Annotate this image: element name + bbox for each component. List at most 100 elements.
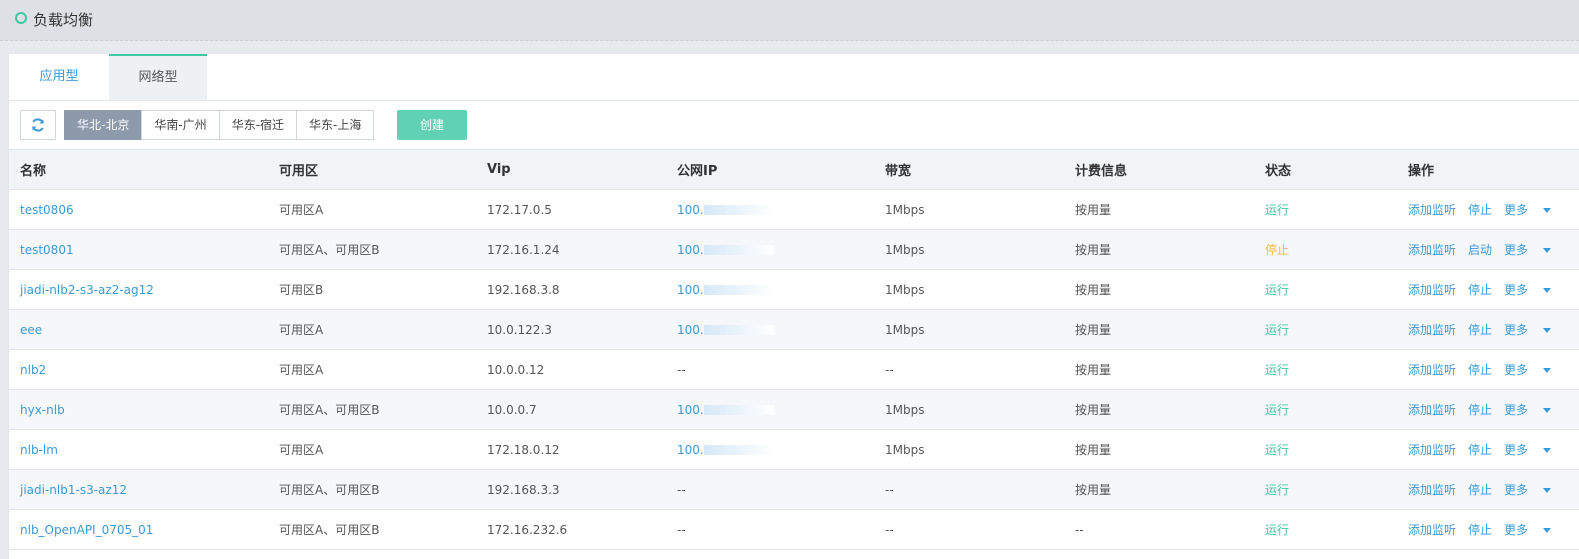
- vip-cell: 172.17.0.5: [476, 189, 666, 230]
- create-button[interactable]: 创建: [397, 110, 467, 140]
- bandwidth-cell: 1Mbps: [874, 429, 1064, 470]
- region-guangzhou[interactable]: 华南-广州: [141, 110, 220, 140]
- toggle-state-link[interactable]: 停止: [1468, 523, 1492, 537]
- lb-name-link[interactable]: test0806: [20, 203, 74, 217]
- more-dropdown[interactable]: 更多: [1504, 443, 1552, 457]
- public-ip-value: 100.: [677, 402, 704, 417]
- more-dropdown[interactable]: 更多: [1504, 323, 1552, 337]
- vip-cell: 10.0.0.12: [476, 349, 666, 390]
- toggle-state-link[interactable]: 停止: [1468, 483, 1492, 497]
- header-vip: Vip: [476, 149, 666, 190]
- header-bandwidth: 带宽: [874, 149, 1064, 190]
- public-ip-link[interactable]: 100.: [677, 243, 774, 257]
- refresh-button[interactable]: [20, 110, 56, 140]
- public-ip-cell: 100.: [666, 229, 874, 270]
- region-beijing[interactable]: 华北-北京: [64, 110, 143, 140]
- public-ip-cell: 100.: [666, 269, 874, 310]
- billing-cell: 按用量: [1064, 469, 1254, 510]
- lb-name-link[interactable]: test0801: [20, 243, 74, 257]
- lb-name-link[interactable]: nlb-lm: [20, 443, 58, 457]
- add-listener-link[interactable]: 添加监听: [1408, 523, 1456, 537]
- table-row: eee 可用区A 10.0.122.3 100. 1Mbps 按用量 运行 添加监听 停止 更多: [9, 309, 1579, 350]
- more-label: 更多: [1504, 283, 1529, 297]
- chevron-down-icon: [1543, 488, 1552, 493]
- lb-name-link[interactable]: jiadi-nlb1-s3-az12: [20, 483, 127, 497]
- more-dropdown[interactable]: 更多: [1504, 403, 1552, 417]
- add-listener-link[interactable]: 添加监听: [1408, 283, 1456, 297]
- toggle-state-link[interactable]: 停止: [1468, 323, 1492, 337]
- tab-application[interactable]: 应用型: [9, 54, 109, 100]
- add-listener-link[interactable]: 添加监听: [1408, 403, 1456, 417]
- public-ip-value: --: [677, 482, 686, 497]
- content-panel: 应用型 网络型 华北-北京 华南-广州 华东-宿迁 华东-上海 创建 名称 可用…: [8, 54, 1579, 559]
- az-cell: 可用区A、可用区B: [268, 509, 476, 550]
- more-dropdown[interactable]: 更多: [1504, 363, 1552, 377]
- toggle-state-link[interactable]: 启动: [1468, 243, 1492, 257]
- toggle-state-link[interactable]: 停止: [1468, 363, 1492, 377]
- actions-cell: 添加监听 停止 更多: [1397, 509, 1579, 550]
- public-ip-value: --: [677, 362, 686, 377]
- ip-redaction: [703, 325, 774, 335]
- public-ip-value: 100.: [677, 242, 704, 257]
- toggle-state-link[interactable]: 停止: [1468, 283, 1492, 297]
- billing-cell: 按用量: [1064, 349, 1254, 390]
- toggle-state-link[interactable]: 停止: [1468, 403, 1492, 417]
- header-public-ip: 公网IP: [666, 149, 874, 190]
- tab-network[interactable]: 网络型: [109, 54, 207, 100]
- add-listener-link[interactable]: 添加监听: [1408, 443, 1456, 457]
- chevron-down-icon: [1543, 248, 1552, 253]
- toggle-state-link[interactable]: 停止: [1468, 443, 1492, 457]
- more-label: 更多: [1504, 323, 1529, 337]
- add-listener-link[interactable]: 添加监听: [1408, 243, 1456, 257]
- public-ip-value: 100.: [677, 202, 704, 217]
- billing-cell: 按用量: [1064, 389, 1254, 430]
- more-label: 更多: [1504, 403, 1529, 417]
- more-label: 更多: [1504, 203, 1529, 217]
- public-ip-link[interactable]: 100.: [677, 283, 774, 297]
- public-ip-link[interactable]: 100.: [677, 203, 774, 217]
- add-listener-link[interactable]: 添加监听: [1408, 363, 1456, 377]
- region-suqian[interactable]: 华东-宿迁: [218, 110, 298, 140]
- chevron-down-icon: [1543, 408, 1552, 413]
- ip-redaction: [703, 245, 774, 255]
- az-cell: 可用区A: [268, 189, 476, 230]
- header-billing: 计费信息: [1064, 149, 1254, 190]
- status-badge: 运行: [1265, 283, 1290, 297]
- lb-name-link[interactable]: nlb_OpenAPI_0705_01: [20, 523, 153, 537]
- public-ip-cell: --: [666, 349, 874, 390]
- bandwidth-cell: --: [874, 469, 1064, 510]
- lb-name-link[interactable]: eee: [20, 323, 42, 337]
- billing-cell: 按用量: [1064, 269, 1254, 310]
- bandwidth-cell: 1Mbps: [874, 389, 1064, 430]
- lb-name-link[interactable]: nlb2: [20, 363, 46, 377]
- actions-cell: 添加监听 停止 更多: [1397, 189, 1579, 230]
- lb-name-link[interactable]: hyx-nlb: [20, 403, 65, 417]
- public-ip-cell: 100.: [666, 429, 874, 470]
- add-listener-link[interactable]: 添加监听: [1408, 483, 1456, 497]
- ip-redaction: [703, 445, 774, 455]
- az-cell: 可用区A: [268, 309, 476, 350]
- more-dropdown[interactable]: 更多: [1504, 523, 1552, 537]
- public-ip-value: 100.: [677, 322, 704, 337]
- toggle-state-link[interactable]: 停止: [1468, 203, 1492, 217]
- chevron-down-icon: [1543, 448, 1552, 453]
- table-row: test0801 可用区A、可用区B 172.16.1.24 100. 1Mbps 按用量…: [9, 229, 1579, 270]
- chevron-down-icon: [1543, 208, 1552, 213]
- vip-cell: 10.0.0.7: [476, 389, 666, 430]
- region-shanghai[interactable]: 华东-上海: [296, 110, 375, 140]
- more-dropdown[interactable]: 更多: [1504, 243, 1552, 257]
- more-dropdown[interactable]: 更多: [1504, 483, 1552, 497]
- status-badge: 停止: [1265, 243, 1290, 257]
- public-ip-link[interactable]: 100.: [677, 443, 774, 457]
- public-ip-link[interactable]: 100.: [677, 323, 774, 337]
- more-dropdown[interactable]: 更多: [1504, 283, 1552, 297]
- status-badge: 运行: [1265, 443, 1290, 457]
- lb-name-link[interactable]: jiadi-nlb2-s3-az2-ag12: [20, 283, 154, 297]
- add-listener-link[interactable]: 添加监听: [1408, 203, 1456, 217]
- status-badge: 运行: [1265, 323, 1290, 337]
- public-ip-link[interactable]: 100.: [677, 403, 774, 417]
- more-dropdown[interactable]: 更多: [1504, 203, 1552, 217]
- header-actions: 操作: [1397, 149, 1579, 190]
- billing-cell: 按用量: [1064, 309, 1254, 350]
- add-listener-link[interactable]: 添加监听: [1408, 323, 1456, 337]
